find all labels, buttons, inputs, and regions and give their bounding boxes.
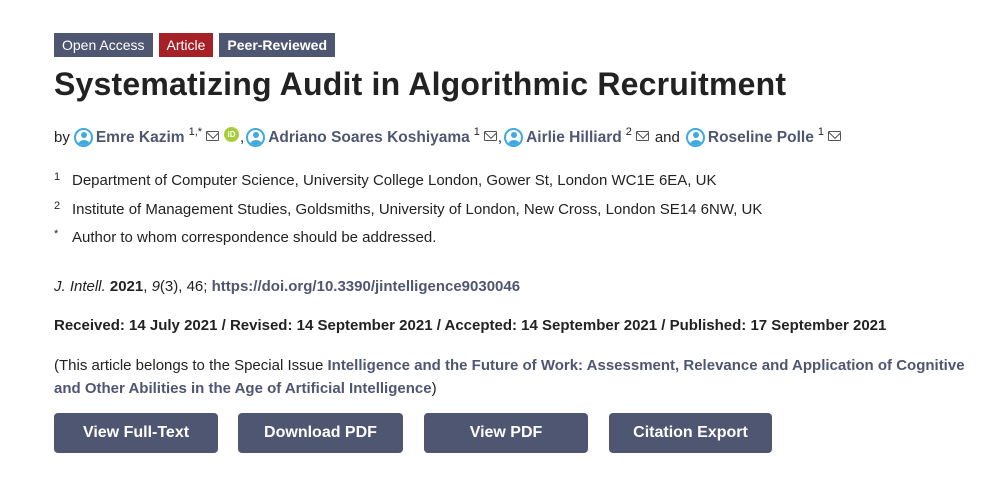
author-separator: , bbox=[240, 129, 245, 146]
affiliation-number: 2 bbox=[54, 200, 61, 212]
author-affiliation-sup: 2 bbox=[625, 125, 632, 138]
mail-icon[interactable] bbox=[827, 130, 841, 141]
download-pdf-button[interactable]: Download PDF bbox=[238, 413, 403, 453]
affiliation-text: Institute of Management Studies, Goldsmi… bbox=[72, 201, 763, 218]
author-roseline-polle[interactable]: Roseline Polle 1 bbox=[685, 125, 841, 147]
person-icon bbox=[73, 128, 93, 147]
author-name[interactable]: Adriano Soares Koshiyama bbox=[268, 129, 470, 147]
citation-issue-pages: (3), 46; bbox=[159, 278, 208, 295]
article-type-badge: Article bbox=[158, 33, 214, 57]
special-issue-suffix: ) bbox=[431, 380, 437, 397]
author-affiliation-sup: 1 bbox=[473, 125, 480, 138]
mail-icon[interactable] bbox=[635, 130, 649, 141]
mail-icon[interactable] bbox=[206, 130, 220, 141]
view-full-text-button[interactable]: View Full-Text bbox=[54, 413, 218, 453]
author-affiliation-sup: 1 bbox=[817, 125, 824, 138]
author-list: by Emre Kazim 1,* iD , Adriano Soares Ko… bbox=[54, 125, 841, 147]
affiliation-number: 1 bbox=[54, 171, 61, 183]
author-adriano-soares-koshiyama[interactable]: Adriano Soares Koshiyama 1 bbox=[246, 125, 497, 147]
view-pdf-button[interactable]: View PDF bbox=[424, 413, 588, 453]
person-icon bbox=[504, 128, 524, 147]
publication-dates: Received: 14 July 2021 / Revised: 14 Sep… bbox=[54, 317, 887, 334]
journal-name: J. Intell. bbox=[54, 278, 106, 295]
author-name[interactable]: Airlie Hilliard bbox=[526, 129, 622, 147]
open-access-badge[interactable]: Open Access bbox=[54, 33, 153, 57]
by-label: by bbox=[54, 129, 70, 146]
article-title: Systematizing Audit in Algorithmic Recru… bbox=[54, 66, 787, 102]
affiliation-number: * bbox=[54, 228, 59, 240]
special-issue-prefix: (This article belongs to the Special Iss… bbox=[54, 357, 328, 374]
citation-export-button[interactable]: Citation Export bbox=[609, 413, 772, 453]
affiliation-text: Department of Computer Science, Universi… bbox=[72, 172, 717, 189]
correspondence-note: * Author to whom correspondence should be… bbox=[54, 228, 437, 246]
citation-volume: 9 bbox=[151, 278, 160, 295]
article-badges: Open Access Article Peer-Reviewed bbox=[54, 33, 336, 57]
author-separator: , bbox=[497, 129, 503, 146]
person-icon bbox=[685, 128, 705, 147]
orcid-icon[interactable]: iD bbox=[224, 127, 240, 142]
special-issue-note: (This article belongs to the Special Iss… bbox=[54, 354, 984, 400]
and-label: and bbox=[654, 129, 680, 146]
author-airlie-hilliard[interactable]: Airlie Hilliard 2 bbox=[504, 125, 649, 147]
affiliation-text: Author to whom correspondence should be … bbox=[72, 229, 437, 246]
citation-year: 2021 bbox=[109, 278, 144, 295]
doi-link[interactable]: https://doi.org/10.3390/jintelligence903… bbox=[212, 278, 520, 295]
affiliation-2: 2 Institute of Management Studies, Goldsm… bbox=[54, 200, 763, 218]
affiliation-1: 1 Department of Computer Science, Univers… bbox=[54, 171, 717, 189]
author-name[interactable]: Roseline Polle bbox=[708, 129, 814, 147]
person-icon bbox=[246, 128, 266, 147]
author-affiliation-sup: 1,* bbox=[188, 125, 203, 138]
author-emre-kazim[interactable]: Emre Kazim 1,* iD bbox=[73, 125, 240, 147]
mail-icon[interactable] bbox=[483, 130, 497, 141]
citation-line: J. Intell. 2021, 9(3), 46; https://doi.o… bbox=[54, 278, 521, 295]
author-name[interactable]: Emre Kazim bbox=[96, 129, 185, 147]
peer-reviewed-badge[interactable]: Peer-Reviewed bbox=[219, 33, 336, 57]
action-buttons: View Full-Text Download PDF View PDF Cit… bbox=[54, 413, 772, 453]
